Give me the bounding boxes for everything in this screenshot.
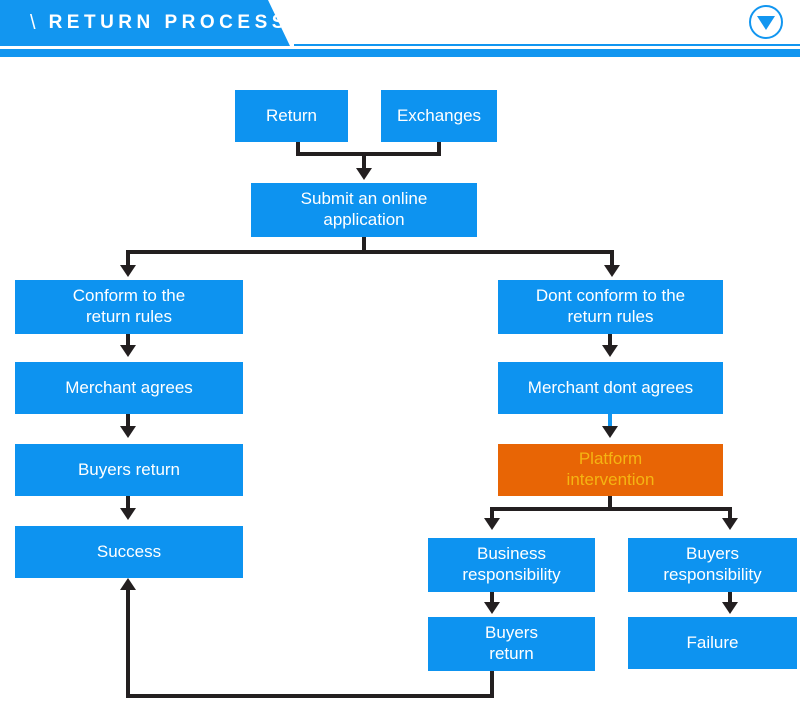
node-failure[interactable]: Failure bbox=[628, 617, 797, 669]
node-platform-line1: Platform bbox=[578, 449, 643, 469]
page-title: \ RETURN PROCESS bbox=[30, 0, 289, 46]
arrow-loop-to-success bbox=[120, 578, 136, 590]
node-merchant-agrees[interactable]: Merchant agrees bbox=[15, 362, 243, 414]
node-buyers-return-left-label: Buyers return bbox=[77, 459, 181, 479]
header-accent-bar bbox=[0, 49, 800, 57]
node-success[interactable]: Success bbox=[15, 526, 243, 578]
triangle-down-icon bbox=[757, 16, 775, 30]
node-platform-intervention[interactable]: Platform intervention bbox=[498, 444, 723, 496]
arrow-to-buyers-responsibility bbox=[722, 518, 738, 530]
arrow-to-conform bbox=[120, 265, 136, 277]
node-business-responsibility-line1: Business bbox=[477, 544, 546, 564]
page-title-text: RETURN PROCESS bbox=[48, 12, 289, 33]
node-buyers-responsibility-line2: responsibility bbox=[663, 565, 762, 584]
arrow-to-buyers-return-right bbox=[484, 602, 500, 614]
node-failure-label: Failure bbox=[686, 632, 739, 652]
node-buyers-return-right-line2: return bbox=[489, 644, 534, 663]
title-slash-decoration: \ bbox=[30, 11, 36, 34]
edge-loop-up bbox=[126, 590, 130, 696]
node-buyers-responsibility-line1: Buyers bbox=[686, 544, 739, 564]
edge-loop-horizontal bbox=[126, 694, 494, 698]
node-dont-conform-to-return-rules[interactable]: Dont conform to the return rules bbox=[498, 280, 723, 334]
node-platform-line2: intervention bbox=[566, 470, 655, 489]
arrow-to-platform-intervention bbox=[602, 426, 618, 438]
node-dont-conform-line1: Dont conform to the bbox=[535, 286, 686, 306]
header-underline bbox=[294, 44, 800, 46]
node-conform-to-return-rules[interactable]: Conform to the return rules bbox=[15, 280, 243, 334]
node-buyers-return-left[interactable]: Buyers return bbox=[15, 444, 243, 496]
arrow-to-failure bbox=[722, 602, 738, 614]
node-return-label: Return bbox=[265, 105, 318, 125]
arrow-to-dont-conform bbox=[604, 265, 620, 277]
node-merchant-dont-agrees-label: Merchant dont agrees bbox=[527, 377, 694, 397]
node-submit-line2: application bbox=[323, 210, 405, 229]
node-submit-line1: Submit an online bbox=[300, 189, 428, 209]
node-dont-conform-line2: return rules bbox=[567, 307, 654, 326]
edge-split-horizontal bbox=[126, 250, 614, 254]
node-buyers-responsibility[interactable]: Buyers responsibility bbox=[628, 538, 797, 592]
node-merchant-dont-agrees[interactable]: Merchant dont agrees bbox=[498, 362, 723, 414]
arrow-to-buyers-return-left bbox=[120, 426, 136, 438]
node-success-label: Success bbox=[96, 541, 162, 561]
edge-platform-split-horizontal bbox=[490, 507, 732, 511]
arrow-to-merchant-dont-agrees bbox=[602, 345, 618, 357]
dropdown-toggle-button[interactable] bbox=[749, 5, 783, 39]
arrow-to-success-top bbox=[120, 508, 136, 520]
node-submit-application[interactable]: Submit an online application bbox=[251, 183, 477, 237]
page-header: \ RETURN PROCESS bbox=[0, 0, 800, 58]
node-merchant-agrees-label: Merchant agrees bbox=[65, 377, 193, 397]
node-buyers-return-right[interactable]: Buyers return bbox=[428, 617, 595, 671]
node-conform-line1: Conform to the bbox=[72, 286, 186, 306]
node-exchanges-label: Exchanges bbox=[396, 105, 482, 125]
flowchart-page: \ RETURN PROCESS Return Exchanges Submit… bbox=[0, 0, 800, 709]
arrow-to-merchant-agrees bbox=[120, 345, 136, 357]
node-conform-line2: return rules bbox=[86, 307, 172, 326]
node-exchanges[interactable]: Exchanges bbox=[381, 90, 497, 142]
node-business-responsibility[interactable]: Business responsibility bbox=[428, 538, 595, 592]
node-buyers-return-right-line1: Buyers bbox=[485, 623, 538, 643]
arrow-to-submit bbox=[356, 168, 372, 180]
edge-merge-horizontal bbox=[296, 152, 441, 156]
node-return[interactable]: Return bbox=[235, 90, 348, 142]
arrow-to-business-responsibility bbox=[484, 518, 500, 530]
node-business-responsibility-line2: responsibility bbox=[462, 565, 561, 584]
